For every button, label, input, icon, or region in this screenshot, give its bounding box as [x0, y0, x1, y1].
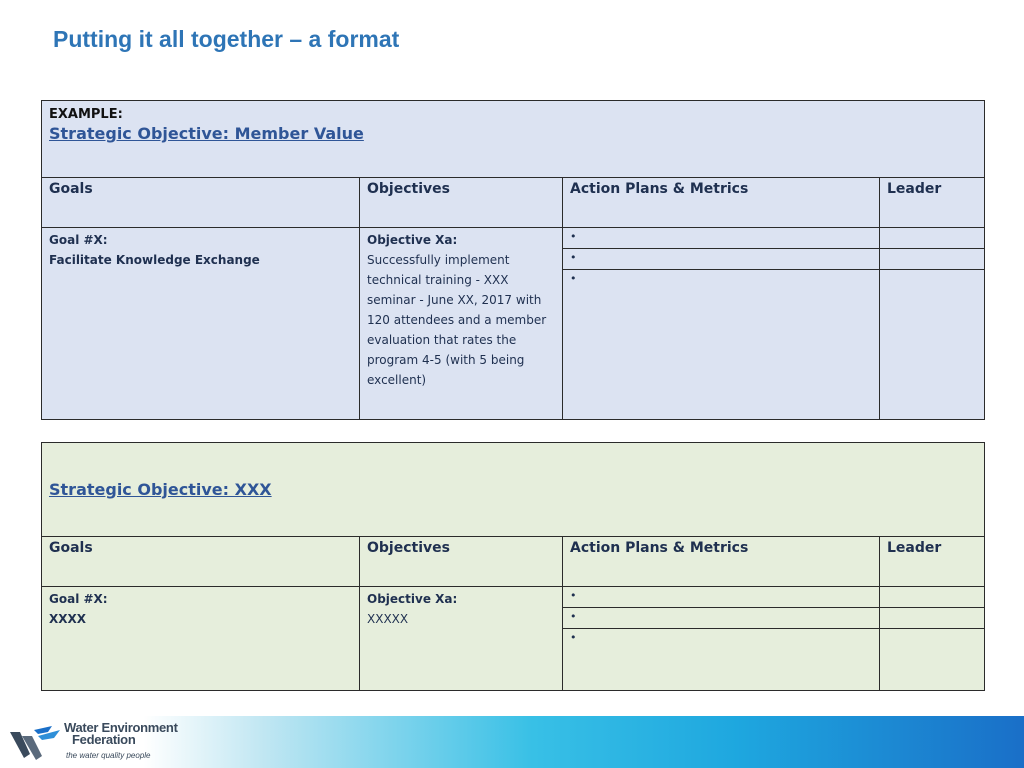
header-leader: Leader	[878, 177, 986, 228]
goal-text: XXXX	[49, 612, 87, 626]
objective-text: Successfully implement technical trainin…	[367, 253, 547, 387]
header-goals: Goals	[41, 177, 360, 228]
header-goals: Goals	[41, 536, 360, 587]
leader-cell	[878, 227, 986, 249]
strategic-plan-table-template: Strategic Objective: XXX Goals Objective…	[41, 442, 985, 691]
wef-logo-icon	[10, 726, 60, 760]
header-objectives: Objectives	[359, 177, 563, 228]
action-bullet: •	[562, 269, 880, 420]
leader-cell	[878, 248, 986, 270]
header-action-plans: Action Plans & Metrics	[562, 536, 880, 587]
objective-cell: Objective Xa: Successfully implement tec…	[359, 227, 563, 420]
action-bullet: •	[562, 227, 880, 249]
header-leader: Leader	[879, 536, 985, 587]
strategic-objective-banner: EXAMPLE: Strategic Objective: Member Val…	[40, 100, 986, 178]
strategic-objective-banner: Strategic Objective: XXX	[41, 442, 985, 537]
action-bullet: •	[562, 248, 880, 270]
strategic-plan-table-example: EXAMPLE: Strategic Objective: Member Val…	[40, 100, 986, 420]
header-action-plans: Action Plans & Metrics	[562, 177, 880, 228]
leader-cell	[879, 628, 985, 691]
header-objectives: Objectives	[359, 536, 563, 587]
slide-title: Putting it all together – a format	[53, 26, 400, 52]
objective-label: Objective Xa:	[367, 592, 458, 606]
action-bullet: •	[562, 628, 880, 691]
objective-label: Objective Xa:	[367, 233, 458, 247]
action-bullet: •	[562, 586, 880, 608]
strategic-objective-title: Strategic Objective: XXX	[49, 479, 272, 499]
wef-logo: Water Environment Federation the water q…	[8, 720, 188, 766]
goal-cell: Goal #X: Facilitate Knowledge Exchange	[41, 227, 360, 420]
goal-cell: Goal #X: XXXX	[41, 586, 360, 691]
leader-cell	[878, 269, 986, 420]
goal-label: Goal #X:	[49, 233, 108, 247]
leader-cell	[879, 586, 985, 608]
leader-cell	[879, 607, 985, 629]
example-label: EXAMPLE:	[49, 107, 123, 122]
objective-text: XXXXX	[367, 612, 409, 626]
goal-text: Facilitate Knowledge Exchange	[49, 253, 260, 267]
logo-wordmark: Water Environment Federation	[64, 720, 178, 747]
logo-tagline: the water quality people	[66, 751, 151, 760]
action-bullet: •	[562, 607, 880, 629]
strategic-objective-title: Strategic Objective: Member Value	[49, 124, 364, 143]
objective-cell: Objective Xa: XXXXX	[359, 586, 563, 691]
goal-label: Goal #X:	[49, 592, 108, 606]
